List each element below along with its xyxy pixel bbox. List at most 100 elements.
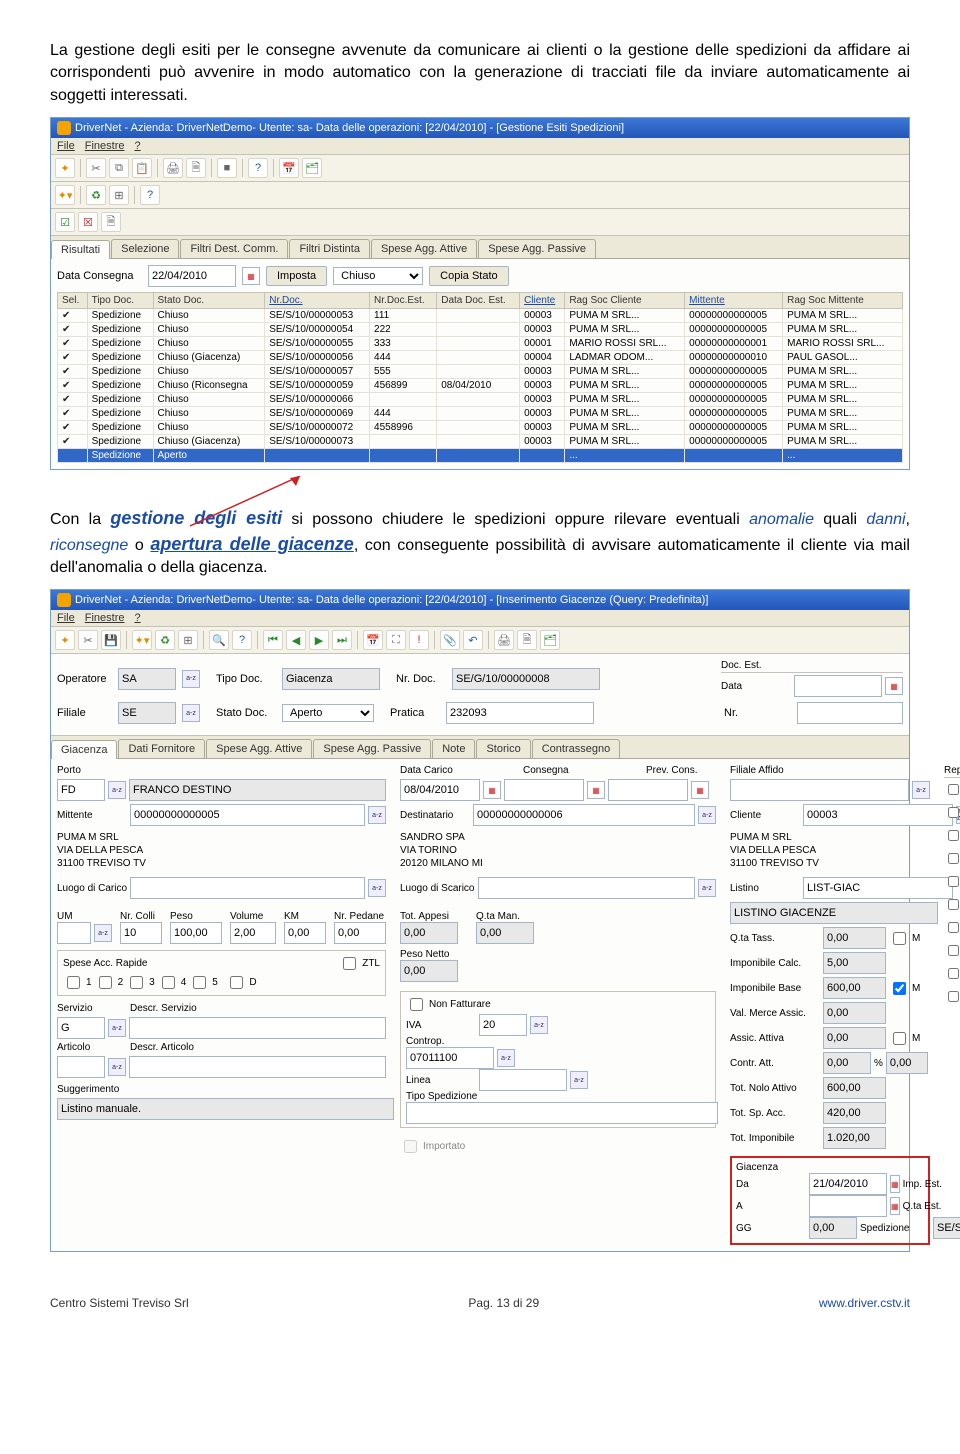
table-row[interactable]: ✔SpedizioneChiusoSE/S/10/000000724558996… — [58, 421, 903, 435]
lookup-icon[interactable]: a-z — [94, 924, 112, 942]
lookup-icon[interactable]: a-z — [698, 806, 716, 824]
print-icon[interactable]: 🖨 — [494, 630, 514, 650]
input-servizio[interactable] — [57, 1017, 105, 1039]
cb-r9[interactable] — [948, 968, 959, 979]
table-row[interactable]: ✔SpedizioneChiuso (Giacenza)SE/S/10/0000… — [58, 435, 903, 449]
calendar-picker-icon[interactable]: ▦ — [242, 267, 260, 285]
print-icon[interactable]: 🖨 — [163, 158, 183, 178]
input-giac-da[interactable] — [809, 1173, 887, 1195]
toolbar-1b[interactable]: ✦▾ ♻ ⊞ ? — [51, 182, 909, 209]
info-icon[interactable]: ? — [140, 185, 160, 205]
input-linea[interactable] — [479, 1069, 567, 1091]
tab-note[interactable]: Note — [432, 739, 475, 758]
input-articolo[interactable] — [57, 1056, 105, 1078]
cb-r3[interactable] — [948, 830, 959, 841]
lookup-icon[interactable]: a-z — [368, 879, 386, 897]
input-um[interactable] — [57, 922, 91, 944]
input-peso[interactable] — [170, 922, 222, 944]
cb-r5[interactable] — [948, 876, 959, 887]
input-mittente[interactable] — [130, 804, 365, 826]
input-nr-est[interactable] — [797, 702, 903, 724]
refresh-icon[interactable]: ♻ — [155, 630, 175, 650]
table-row[interactable]: ✔SpedizioneChiusoSE/S/10/000000531110000… — [58, 309, 903, 323]
toolbar-2[interactable]: ✦ ✂ 💾 ✦▾ ♻ ⊞ 🔍 ? ⏮ ◀ ▶ ⏭ 📅 ⛶ ! 📎 ↶ 🖨 🗎 🗂 — [51, 627, 909, 654]
input-datacarico[interactable] — [400, 779, 480, 801]
table-row[interactable]: ✔SpedizioneChiusoSE/S/10/000000694440000… — [58, 407, 903, 421]
cb-m1[interactable] — [893, 932, 906, 945]
select-stato[interactable]: Chiuso — [333, 267, 423, 285]
folder-icon[interactable]: 🗂 — [302, 158, 322, 178]
last-icon[interactable]: ⏭ — [332, 630, 352, 650]
cb-r2[interactable] — [948, 807, 959, 818]
calendar-picker-icon[interactable]: ▦ — [483, 781, 501, 799]
undo-icon[interactable]: ↶ — [463, 630, 483, 650]
tabs-1[interactable]: RisultatiSelezioneFiltri Dest. Comm.Filt… — [51, 236, 909, 259]
footer-link[interactable]: www.driver.cstv.it — [819, 1296, 910, 1310]
calendar-picker-icon[interactable]: ▦ — [587, 781, 605, 799]
expand-icon[interactable]: ⛶ — [386, 630, 406, 650]
new-icon[interactable]: ✦ — [55, 158, 75, 178]
copy-icon[interactable]: ⧉ — [109, 158, 129, 178]
input-volume[interactable] — [230, 922, 276, 944]
input-controp[interactable] — [406, 1047, 494, 1069]
lookup-icon[interactable]: a-z — [108, 781, 126, 799]
input-porto[interactable] — [57, 779, 105, 801]
save-icon[interactable]: 💾 — [101, 630, 121, 650]
cb4[interactable] — [162, 976, 175, 989]
input-iva[interactable] — [479, 1014, 527, 1036]
tabs-2[interactable]: GiacenzaDati FornitoreSpese Agg. AttiveS… — [51, 736, 909, 759]
uncheck-all-icon[interactable]: ☒ — [78, 212, 98, 232]
cb5[interactable] — [193, 976, 206, 989]
calendar-icon[interactable]: 📅 — [363, 630, 383, 650]
prev-icon[interactable]: ◀ — [286, 630, 306, 650]
tab-spese-agg-passive[interactable]: Spese Agg. Passive — [313, 739, 431, 758]
table-row[interactable]: ✔SpedizioneChiusoSE/S/10/000000553330000… — [58, 337, 903, 351]
checkbox-nonfatturare[interactable] — [410, 998, 423, 1011]
cb-r7[interactable] — [948, 922, 959, 933]
cb-r6[interactable] — [948, 899, 959, 910]
copia-stato-button[interactable]: Copia Stato — [429, 266, 508, 286]
clip-icon[interactable]: 📎 — [440, 630, 460, 650]
input-cliente[interactable] — [803, 804, 953, 826]
help-icon[interactable]: ? — [232, 630, 252, 650]
cb-m3[interactable] — [893, 1032, 906, 1045]
input-destinatario[interactable] — [473, 804, 695, 826]
cb-r8[interactable] — [948, 945, 959, 956]
input-km[interactable] — [284, 922, 326, 944]
cb1[interactable] — [67, 976, 80, 989]
input-data-consegna[interactable] — [148, 265, 236, 287]
lookup-icon[interactable]: a-z — [570, 1071, 588, 1089]
table-row[interactable]: ✔SpedizioneChiuso (RiconsegnaSE/S/10/000… — [58, 379, 903, 393]
lookup-icon[interactable]: a-z — [912, 781, 930, 799]
input-prevcons[interactable] — [608, 779, 688, 801]
checkbox-ztl[interactable] — [343, 957, 356, 970]
node-icon[interactable]: ⊞ — [178, 630, 198, 650]
lookup-icon[interactable]: a-z — [698, 879, 716, 897]
input-giac-a[interactable] — [809, 1195, 887, 1217]
cut-icon[interactable]: ✂ — [78, 630, 98, 650]
tab-giacenza[interactable]: Giacenza — [51, 740, 117, 759]
tab-spese-agg-attive[interactable]: Spese Agg. Attive — [206, 739, 312, 758]
calendar-picker-icon[interactable]: ▦ — [890, 1197, 900, 1215]
cb-d[interactable] — [230, 976, 243, 989]
input-data-est[interactable] — [794, 675, 882, 697]
input-descr-articolo[interactable] — [129, 1056, 386, 1078]
lookup-icon[interactable]: a-z — [497, 1049, 515, 1067]
star-icon[interactable]: ✦▾ — [55, 185, 75, 205]
lookup-icon[interactable]: a-z — [182, 670, 200, 688]
select-statodoc[interactable]: Aperto — [282, 704, 374, 722]
toolbar-1c[interactable]: ☑ ☒ 🗎 — [51, 209, 909, 236]
imposta-button[interactable]: Imposta — [266, 266, 327, 286]
table-row[interactable]: ✔SpedizioneChiusoSE/S/10/000000575550000… — [58, 365, 903, 379]
cb-r1[interactable] — [948, 784, 959, 795]
table-row[interactable]: ✔SpedizioneChiuso (Giacenza)SE/S/10/0000… — [58, 351, 903, 365]
paste-icon[interactable]: 📋 — [132, 158, 152, 178]
input-pratica[interactable] — [446, 702, 594, 724]
input-tiposped[interactable] — [406, 1102, 718, 1124]
preview-icon[interactable]: 🗎 — [517, 630, 537, 650]
calendar-picker-icon[interactable]: ▦ — [890, 1175, 900, 1193]
cb3[interactable] — [130, 976, 143, 989]
table-row-selected[interactable]: SpedizioneAperto...... — [58, 449, 903, 463]
refresh-icon[interactable]: ♻ — [86, 185, 106, 205]
toolbar-1a[interactable]: ✦ ✂ ⧉ 📋 🖨 🗎 ■ ? 📅 🗂 — [51, 155, 909, 182]
